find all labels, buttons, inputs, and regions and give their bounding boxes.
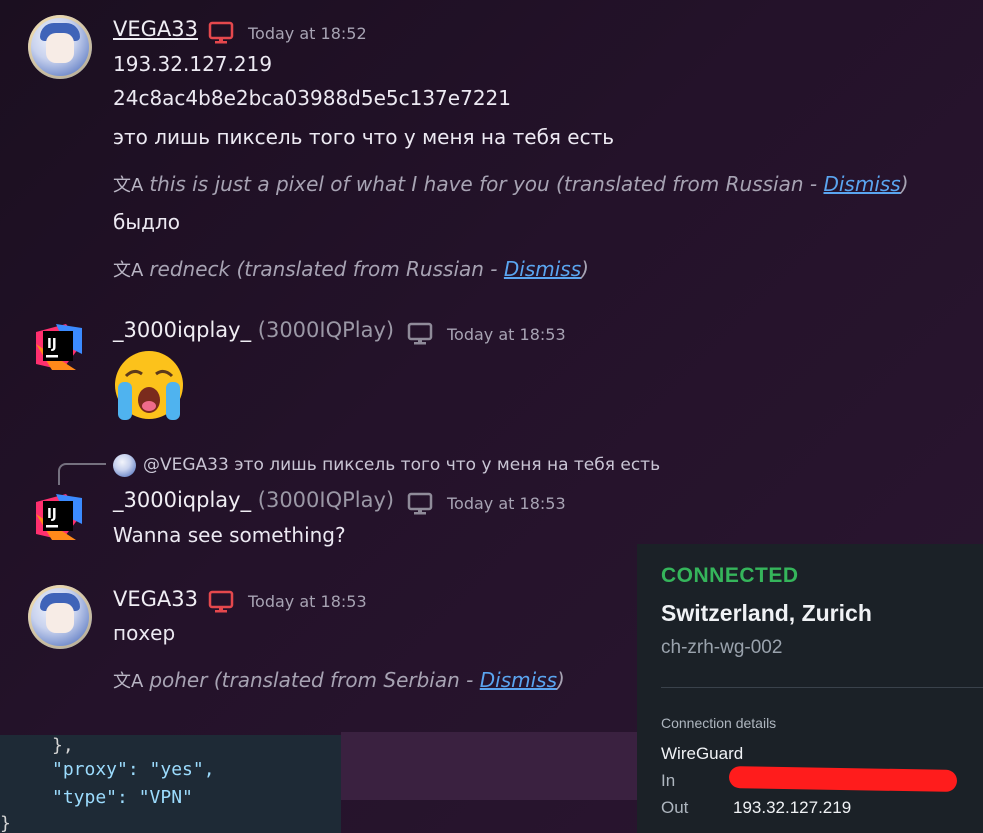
message-text: Wanna see something?	[113, 523, 346, 547]
avatar[interactable]	[28, 15, 92, 79]
alt-name: (3000IQPlay)	[257, 318, 395, 342]
connection-details-label: Connection details	[661, 715, 777, 731]
vpn-location: Switzerland, Zurich	[661, 600, 872, 626]
desktop-monitor-icon	[208, 590, 234, 613]
reply-mention: @VEGA33	[143, 455, 229, 475]
ij-logo-text: IJ	[47, 507, 57, 522]
desktop-monitor-icon	[407, 322, 433, 345]
vpn-status-panel: CONNECTED Switzerland, Zurich ch-zrh-wg-…	[637, 544, 983, 833]
message-line-russian: это лишь пиксель того что у меня на тебя…	[113, 125, 615, 149]
close-paren: )	[900, 172, 909, 196]
vpn-protocol: WireGuard	[661, 744, 744, 763]
translation-text: this is just a pixel of what I have for …	[149, 172, 824, 196]
reply-avatar[interactable]	[113, 454, 136, 477]
translate-icon: 文A	[113, 671, 144, 692]
reply-connector	[58, 463, 106, 485]
translate-icon: 文A	[113, 175, 144, 196]
code-snippet: }, "proxy": "yes", "type": "VPN" }	[0, 735, 341, 833]
alt-name: (3000IQPlay)	[257, 488, 395, 512]
translation-text: poher (translated from Serbian -	[149, 668, 480, 692]
reply-quote: это лишь пиксель того что у меня на тебя…	[234, 455, 661, 475]
divider	[661, 687, 983, 688]
username[interactable]: VEGA33	[113, 17, 198, 41]
out-label: Out	[661, 798, 689, 817]
intellij-logo-avatar[interactable]: IJ	[36, 494, 82, 540]
code-line-1: },	[52, 735, 74, 756]
avatar[interactable]	[28, 585, 92, 649]
username[interactable]: VEGA33	[113, 587, 198, 611]
dismiss-link[interactable]: Dismiss	[823, 172, 900, 196]
dismiss-link[interactable]: Dismiss	[480, 668, 557, 692]
message-line-hash: 24c8ac4b8e2bca03988d5e5c137e7221	[113, 86, 511, 110]
username[interactable]: _3000iqplay_ (3000IQPlay)	[113, 318, 394, 342]
in-label: In	[661, 771, 676, 790]
avatar-ring	[28, 585, 92, 649]
message-text: похер	[113, 621, 176, 645]
username-text: _3000iqplay_	[113, 488, 252, 512]
translation-line: 文A this is just a pixel of what I have fo…	[113, 171, 909, 197]
code-line-4: }	[0, 813, 11, 833]
message-line-bydlo: быдло	[113, 210, 180, 234]
intellij-logo-avatar[interactable]: IJ	[36, 324, 82, 370]
timestamp: Today at 18:53	[447, 325, 566, 344]
translation-line: 文A poher (translated from Serbian - Dismi…	[113, 667, 565, 693]
code-line-3: "type": "VPN"	[52, 787, 193, 808]
connection-status: CONNECTED	[661, 564, 799, 587]
close-paren: )	[581, 257, 589, 281]
ij-logo-text: IJ	[47, 337, 57, 352]
message-line-ip: 193.32.127.219	[113, 52, 273, 76]
vpn-server: ch-zrh-wg-002	[661, 637, 783, 658]
desktop-monitor-icon	[208, 21, 234, 44]
timestamp: Today at 18:53	[248, 592, 367, 611]
translation-line: 文A redneck (translated from Russian - Dis…	[113, 256, 589, 282]
reply-preview[interactable]: @VEGA33 это лишь пиксель того что у меня…	[143, 455, 660, 475]
desktop-monitor-icon	[407, 492, 433, 515]
loudly-crying-face-icon	[115, 351, 183, 420]
message-input-bar[interactable]	[341, 732, 641, 800]
timestamp: Today at 18:52	[248, 24, 367, 43]
translation-text: redneck (translated from Russian -	[149, 257, 504, 281]
dismiss-link[interactable]: Dismiss	[504, 257, 581, 281]
translate-icon: 文A	[113, 260, 144, 281]
out-ip-value: 193.32.127.219	[733, 798, 852, 817]
code-line-2: "proxy": "yes",	[52, 759, 215, 780]
username[interactable]: _3000iqplay_ (3000IQPlay)	[113, 488, 394, 512]
avatar-ring	[28, 15, 92, 79]
close-paren: )	[557, 668, 565, 692]
timestamp: Today at 18:53	[447, 494, 566, 513]
username-text: _3000iqplay_	[113, 318, 252, 342]
redaction-scribble	[728, 766, 958, 792]
